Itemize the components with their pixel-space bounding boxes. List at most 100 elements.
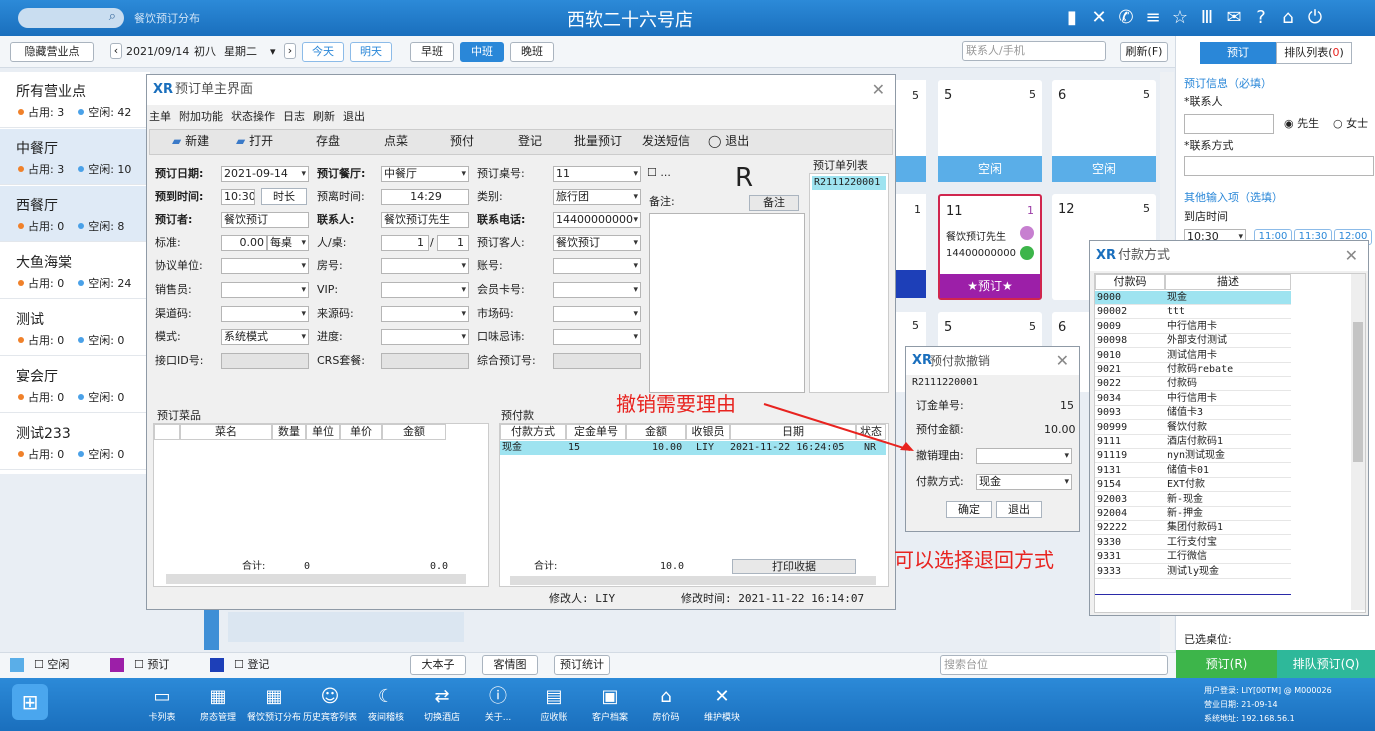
type-field[interactable]: 旅行团 (553, 189, 641, 205)
tomorrow-button[interactable]: 明天 (350, 42, 392, 62)
tools-icon[interactable]: ✕ (1089, 6, 1109, 30)
payment-row[interactable]: 9021 付款码rebate (1095, 363, 1291, 377)
order-list-item[interactable]: R2111220001 (812, 176, 886, 190)
payment-row[interactable]: 9022 付款码 (1095, 377, 1291, 392)
table-card[interactable]: 5 5 空闲 (938, 80, 1042, 182)
payment-row[interactable]: 9330 工行支付宝 (1095, 536, 1291, 550)
radio-ms[interactable]: ○ 女士 (1333, 114, 1368, 134)
contact-search-input[interactable]: 联系人/手机 (962, 41, 1106, 61)
unit-field[interactable] (221, 258, 309, 274)
outlet-item[interactable]: 所有营业点 占用: 3 空闲: 42 (0, 72, 150, 128)
legend-reg[interactable]: ☐ 登记 (234, 655, 269, 675)
remark-button[interactable]: 备注 (749, 195, 799, 211)
radio-mr[interactable]: ◉ 先生 (1284, 114, 1319, 134)
dots-checkbox[interactable]: ☐ ... (647, 164, 671, 182)
dock-item[interactable]: ▣ 客户档案 (581, 684, 639, 723)
menu-item[interactable]: 状态操作 (231, 108, 275, 126)
signal-icon[interactable]: ▮ (1062, 6, 1082, 30)
batch-button[interactable]: 批量预订 (574, 130, 622, 152)
payment-row[interactable]: 92004 新-押金 (1095, 507, 1291, 521)
dock-item[interactable]: ⓘ 关于... (469, 684, 527, 723)
taste-field[interactable] (553, 329, 641, 345)
people-per-table-field[interactable]: 1 (437, 235, 469, 251)
apps-icon[interactable]: ⊞ (12, 684, 48, 720)
save-button[interactable]: 存盘 (316, 130, 340, 152)
prev-day-button[interactable]: ‹ (110, 43, 122, 59)
duration-button[interactable]: 时长 (261, 188, 307, 205)
close-icon[interactable]: ✕ (1056, 347, 1069, 375)
print-receipt-button[interactable]: 打印收据 (732, 559, 856, 574)
per-select[interactable]: 每桌 (267, 235, 309, 251)
standard-field[interactable]: 0.00 (221, 235, 267, 251)
member-card-field[interactable] (553, 282, 641, 298)
refresh-button[interactable]: 刷新(F) (1120, 42, 1168, 62)
dock-item[interactable]: ▭ 卡列表 (133, 684, 191, 723)
dock-item[interactable]: ☺ 历史宾客列表 (301, 684, 359, 723)
market-field[interactable] (553, 306, 641, 322)
close-icon[interactable]: ✕ (1345, 241, 1358, 271)
legend-book[interactable]: ☐ 预订 (134, 655, 169, 675)
home-icon[interactable]: ⌂ (1278, 6, 1298, 30)
dock-item[interactable]: ☾ 夜间稽核 (357, 684, 415, 723)
method-input[interactable] (1184, 156, 1374, 176)
table-no-field[interactable]: 11 (553, 166, 641, 182)
morning-shift-button[interactable]: 早班 (410, 42, 454, 62)
source-field[interactable] (381, 306, 469, 322)
payment-row[interactable]: 92003 新-现金 (1095, 493, 1291, 507)
dock-item[interactable]: ⌂ 房价码 (637, 684, 695, 723)
room-field[interactable] (381, 258, 469, 274)
account-field[interactable] (553, 258, 641, 274)
prepay-scrollbar[interactable] (510, 576, 876, 585)
vip-field[interactable] (381, 282, 469, 298)
outlet-item[interactable]: 大鱼海棠 占用: 0 空闲: 24 (0, 243, 150, 299)
remark-textarea[interactable] (649, 213, 805, 393)
contact-input[interactable] (1184, 114, 1274, 134)
star-icon[interactable]: ☆ (1170, 6, 1190, 30)
outlet-item[interactable]: 测试 占用: 0 空闲: 0 (0, 300, 150, 356)
cancel-reason-select[interactable] (976, 448, 1072, 464)
phone-icon[interactable]: ✆ (1116, 6, 1136, 30)
payment-row[interactable]: 9010 测试信用卡 (1095, 349, 1291, 363)
today-button[interactable]: 今天 (302, 42, 344, 62)
menu-item[interactable]: 附加功能 (179, 108, 223, 126)
next-day-button[interactable]: › (284, 43, 296, 59)
dock-item[interactable]: ✕ 维护模块 (693, 684, 751, 723)
payment-row[interactable]: 9000 现金 (1095, 291, 1291, 305)
queue-submit-button[interactable]: 排队预订(Q) (1277, 650, 1375, 678)
big-book-button[interactable]: 大本子 (410, 655, 466, 675)
dish-scrollbar[interactable] (166, 574, 466, 584)
payment-row[interactable]: 92222 集团付款码1 (1095, 521, 1291, 536)
exit-button[interactable]: ◯ 退出 (708, 130, 749, 152)
payment-row[interactable]: 9009 中行信用卡 (1095, 320, 1291, 334)
power-icon[interactable]: ⏻ (1305, 6, 1325, 30)
arrive-time-field[interactable]: 10:30 (221, 189, 255, 205)
payment-row[interactable]: 9333 测试ly现金 (1095, 565, 1291, 579)
outlet-item[interactable]: 宴会厅 占用: 0 空闲: 0 (0, 357, 150, 413)
new-button[interactable]: ▰ 新建 (172, 130, 209, 152)
payment-row[interactable]: 91119 nyn测试现金 (1095, 449, 1291, 464)
sms-button[interactable]: 发送短信 (642, 130, 690, 152)
payment-row[interactable]: 90002 ttt (1095, 305, 1291, 320)
outlet-item[interactable]: 中餐厅 占用: 3 空闲: 10 (0, 129, 150, 185)
channel-field[interactable] (221, 306, 309, 322)
prepay-button[interactable]: 预付 (450, 130, 474, 152)
columns-icon[interactable]: Ⅲ (1197, 6, 1217, 30)
date-value[interactable]: 2021/09/14 (126, 42, 189, 62)
table-card[interactable]: 6 5 空闲 (1052, 80, 1156, 182)
payment-row[interactable]: 9131 储值卡01 (1095, 464, 1291, 478)
menu-item[interactable]: 刷新 (313, 108, 335, 126)
help-icon[interactable]: ? (1251, 6, 1271, 30)
menu-item[interactable]: 日志 (283, 108, 305, 126)
book-submit-button[interactable]: 预订(R) (1176, 650, 1277, 678)
tab-book[interactable]: 预订 (1200, 42, 1276, 64)
stats-button[interactable]: 预订统计 (554, 655, 610, 675)
night-shift-button[interactable]: 晚班 (510, 42, 554, 62)
payment-row[interactable]: 9154 EXT付款 (1095, 478, 1291, 493)
outlet-item[interactable]: 西餐厅 占用: 0 空闲: 8 (0, 186, 150, 242)
menu-item[interactable]: 退出 (343, 108, 365, 126)
menu-item[interactable]: 主单 (149, 108, 171, 126)
mode-field[interactable]: 系统模式 (221, 329, 309, 345)
contact-field[interactable]: 餐饮预订先生 (381, 212, 469, 228)
hide-outlets-button[interactable]: 隐藏营业点 (10, 42, 94, 62)
menu-icon[interactable]: ≡ (1143, 6, 1163, 30)
